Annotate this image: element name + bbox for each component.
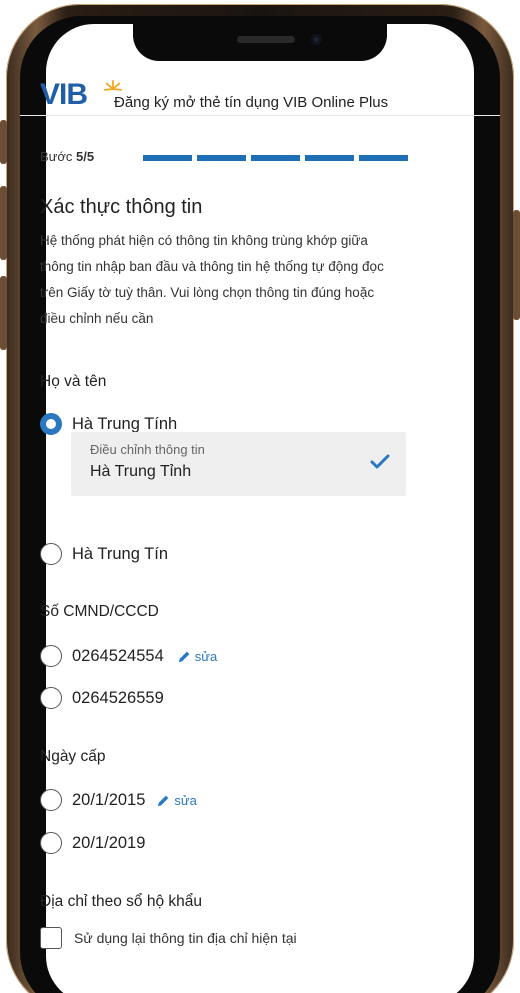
vib-logo[interactable]: VIB <box>40 78 122 112</box>
full-name-option-1-label: Hà Trung Tính <box>72 414 178 433</box>
full-name-option-2[interactable]: Hà Trung Tín <box>40 543 168 565</box>
speaker-grille <box>237 36 295 43</box>
front-camera <box>311 34 322 45</box>
reuse-address-label: Sử dụng lại thông tin địa chỉ hiện tại <box>74 930 297 946</box>
radio-checked[interactable] <box>40 413 62 435</box>
phone-power-button <box>513 210 520 320</box>
progress-segment <box>305 155 354 161</box>
reuse-address-option[interactable]: Sử dụng lại thông tin địa chỉ hiện tại <box>40 927 297 949</box>
adjust-info-value: Hà Trung Tỉnh <box>90 463 192 480</box>
page-description: Hệ thống phát hiện có thông tin không tr… <box>40 233 384 326</box>
radio-unchecked[interactable] <box>40 543 62 565</box>
logo-text: VIB <box>40 78 88 111</box>
progress-segment <box>197 155 246 161</box>
id-number-option-1-label: 0264524554 <box>72 646 164 665</box>
phone-volume-down-button <box>0 276 7 350</box>
radio-unchecked[interactable] <box>40 687 62 709</box>
issue-date-label: Ngày cấp <box>40 748 106 765</box>
radio-unchecked[interactable] <box>40 645 62 667</box>
edit-id-number-link[interactable]: sửa <box>178 649 217 664</box>
issue-date-option-1[interactable]: 20/1/2015 sửa <box>40 789 197 811</box>
progress-segment <box>251 155 300 161</box>
reuse-address-checkbox[interactable] <box>40 927 62 949</box>
address-label: Địa chỉ theo sổ hộ khẩu <box>40 893 202 910</box>
id-number-option-2-label: 0264526559 <box>72 688 164 707</box>
progress-segment <box>143 155 192 161</box>
phone-volume-up-button <box>0 186 7 260</box>
step-value: 5/5 <box>76 149 95 164</box>
step-progress-bar <box>143 155 408 161</box>
header-title: Đăng ký mở thẻ tín dụng VIB Online Plus <box>114 94 389 111</box>
issue-date-option-2[interactable]: 20/1/2019 <box>40 832 145 854</box>
checkmark-icon <box>370 454 390 469</box>
progress-segment <box>359 155 408 161</box>
step-prefix: Bước <box>40 149 73 164</box>
full-name-option-2-label: Hà Trung Tín <box>72 544 168 563</box>
phone-side-button <box>0 120 7 164</box>
edit-issue-date-link[interactable]: sửa <box>157 792 197 808</box>
id-number-label: Số CMND/CCCD <box>40 603 159 620</box>
pencil-icon <box>158 795 169 806</box>
edit-link-label: sửa <box>194 648 218 664</box>
adjust-info-field[interactable]: Điều chỉnh thông tin Hà Trung Tỉnh <box>71 432 406 496</box>
step-indicator: Bước 5/5 <box>40 149 94 164</box>
page-title: Xác thực thông tin <box>40 196 203 218</box>
edit-link-label: sửa <box>174 792 197 808</box>
issue-date-option-1-label: 20/1/2015 <box>72 790 146 809</box>
id-number-option-2[interactable]: 0264526559 <box>40 687 164 709</box>
phone-notch <box>133 24 387 61</box>
issue-date-option-2-label: 20/1/2019 <box>72 833 146 852</box>
adjust-info-label: Điều chỉnh thông tin <box>90 442 205 457</box>
full-name-label: Họ và tên <box>40 373 107 390</box>
pencil-icon <box>178 651 190 662</box>
id-number-option-1[interactable]: 0264524554 sửa <box>40 645 217 667</box>
radio-unchecked[interactable] <box>40 789 62 811</box>
app-header: VIB Đăng ký mở thẻ tín dụng VIB Online P… <box>20 62 500 116</box>
radio-unchecked[interactable] <box>40 832 62 854</box>
